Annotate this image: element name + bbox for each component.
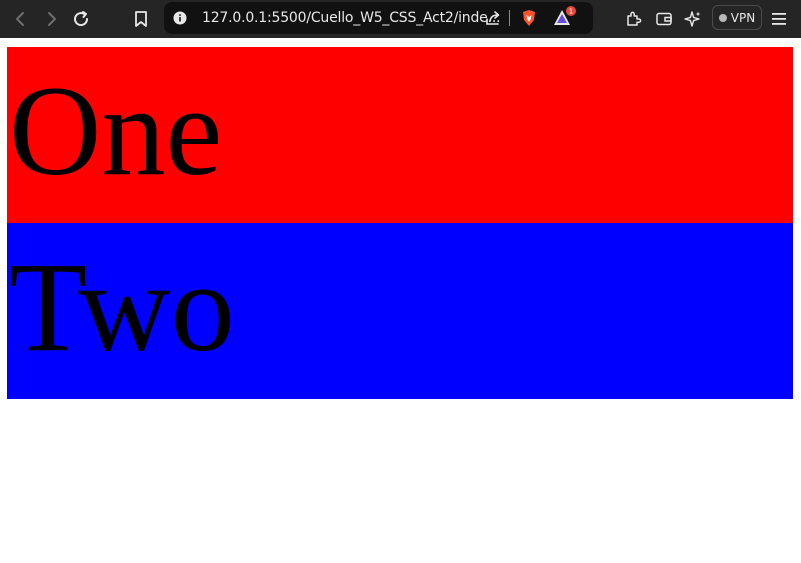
- brave-rewards-icon[interactable]: 1: [552, 2, 578, 34]
- vpn-button[interactable]: VPN: [712, 5, 762, 30]
- browser-toolbar: 127.0.0.1:5500/Cuello_W5_CSS_Act2/inde..…: [0, 0, 801, 38]
- extensions-icon[interactable]: [623, 0, 645, 38]
- block-two: Two: [7, 223, 793, 399]
- rewards-badge: 1: [569, 8, 573, 16]
- wallet-icon[interactable]: [653, 0, 675, 38]
- block-two-text: Two: [9, 236, 235, 378]
- back-icon[interactable]: [10, 0, 32, 38]
- reload-icon[interactable]: [70, 0, 92, 38]
- block-one-text: One: [9, 60, 223, 202]
- url-text[interactable]: 127.0.0.1:5500/Cuello_W5_CSS_Act2/inde..…: [202, 2, 501, 34]
- brave-shield-icon[interactable]: [518, 2, 540, 34]
- vpn-label: VPN: [730, 10, 756, 25]
- forward-icon[interactable]: [40, 0, 62, 38]
- vpn-status-icon: [718, 13, 727, 22]
- address-bar[interactable]: 127.0.0.1:5500/Cuello_W5_CSS_Act2/inde..…: [164, 2, 593, 34]
- leo-ai-icon[interactable]: [682, 0, 704, 38]
- info-icon[interactable]: [170, 2, 190, 34]
- bookmark-icon[interactable]: [130, 0, 152, 38]
- url-divider: [509, 10, 510, 26]
- share-icon[interactable]: [482, 2, 504, 34]
- menu-icon[interactable]: [768, 0, 790, 38]
- block-one: One: [7, 47, 793, 223]
